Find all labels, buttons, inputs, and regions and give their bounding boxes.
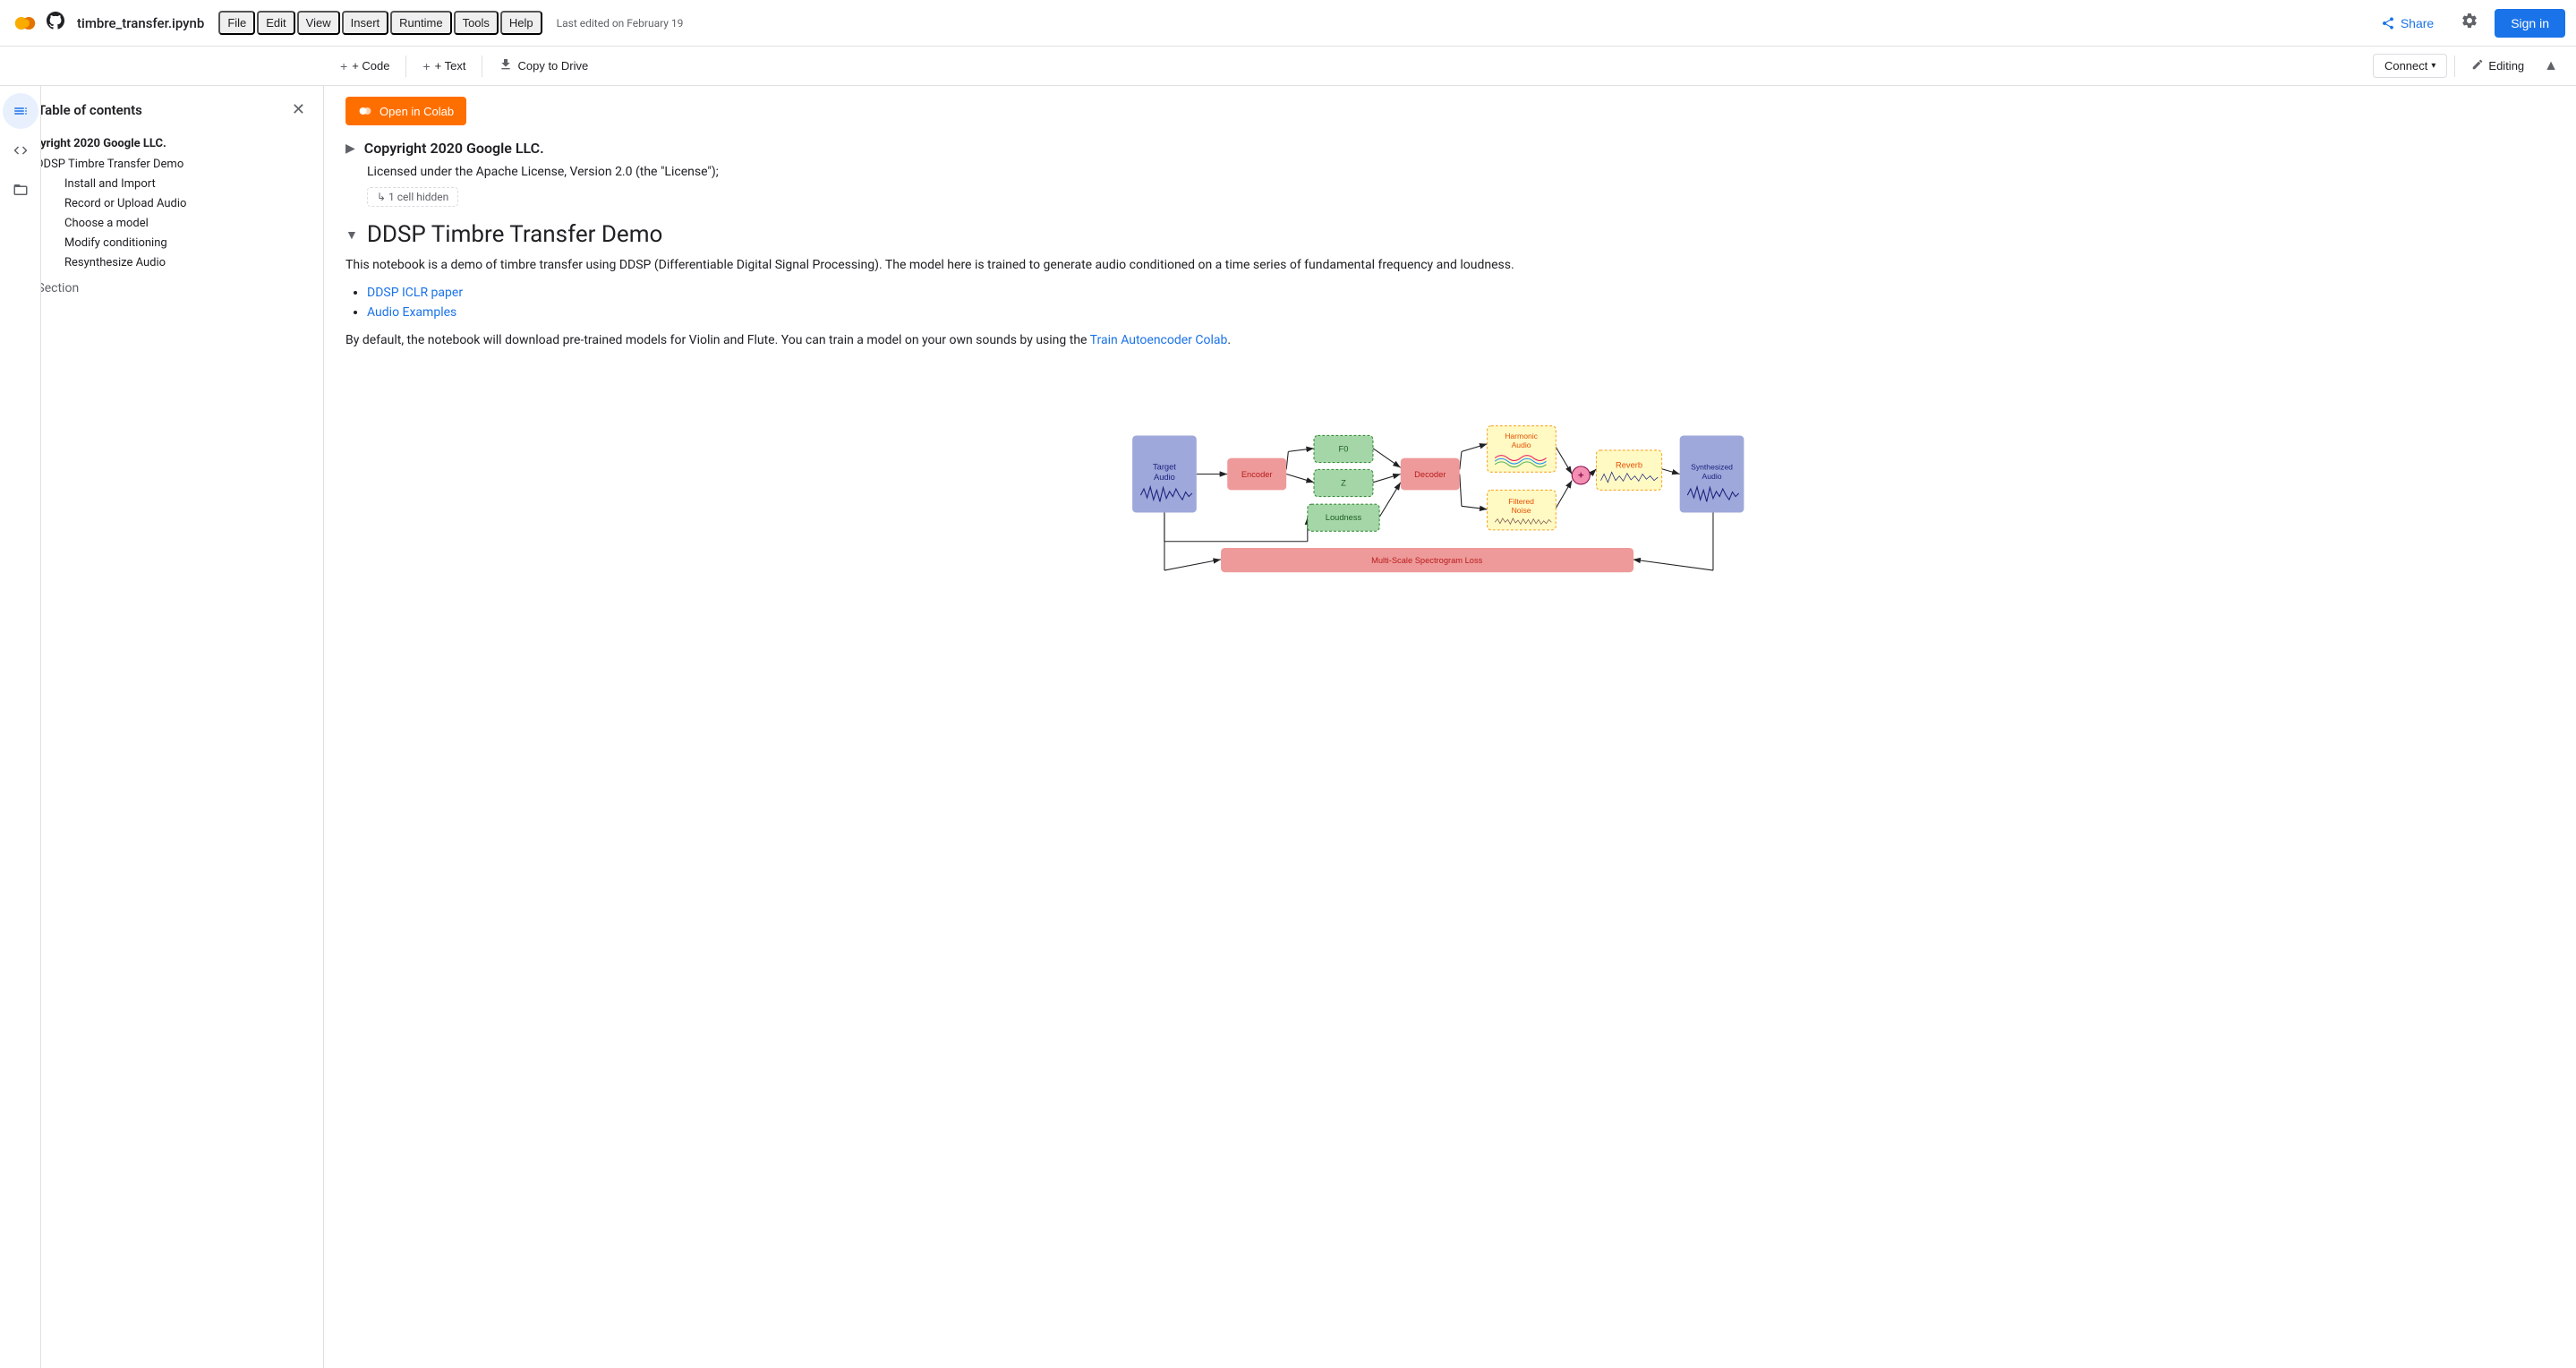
svg-text:Decoder: Decoder xyxy=(1414,470,1446,479)
menu-file[interactable]: File xyxy=(218,11,255,35)
editing-button[interactable]: Editing xyxy=(2462,54,2533,78)
toc-label-choose-model: Choose a model xyxy=(64,217,149,230)
architecture-diagram: Target Audio Encoder F0 Z Loudness xyxy=(345,368,2555,619)
toc-label-record: Record or Upload Audio xyxy=(64,197,186,210)
toc-item-demo[interactable]: DDSP Timbre Transfer Demo xyxy=(14,154,316,174)
audio-examples-link[interactable]: Audio Examples xyxy=(367,305,456,320)
colab-btn-icon xyxy=(358,104,372,118)
colab-banner: Open in Colab xyxy=(324,86,2576,136)
toolbar: + + Code + + Text Copy to Drive Connect … xyxy=(0,47,2576,86)
content-area: Open in Colab ▶ Copyright 2020 Google LL… xyxy=(324,86,2576,1368)
menu-edit[interactable]: Edit xyxy=(257,11,294,35)
github-icon xyxy=(47,12,64,34)
gear-icon xyxy=(2461,12,2478,30)
diagram-svg: Target Audio Encoder F0 Z Loudness xyxy=(1110,368,1790,619)
share-button[interactable]: Share xyxy=(2370,11,2444,36)
folder-sidebar-icon[interactable] xyxy=(3,172,38,208)
pencil-icon xyxy=(2471,58,2484,73)
ddsp-paper-link[interactable]: DDSP ICLR paper xyxy=(367,286,463,300)
menu-bar: File Edit View Insert Runtime Tools Help xyxy=(218,11,542,35)
settings-button[interactable] xyxy=(2455,6,2484,39)
svg-text:Harmonic: Harmonic xyxy=(1505,432,1538,440)
svg-text:Audio: Audio xyxy=(1154,473,1175,482)
add-code-button[interactable]: + + Code xyxy=(331,55,398,78)
toolbar-separator-1 xyxy=(405,56,406,77)
last-edited: Last edited on February 19 xyxy=(557,17,684,30)
svg-text:Z: Z xyxy=(1341,478,1346,487)
demo-heading: DDSP Timbre Transfer Demo xyxy=(367,221,662,248)
svg-text:F0: F0 xyxy=(1339,444,1349,453)
train-autoencoder-link[interactable]: Train Autoencoder Colab xyxy=(1090,333,1228,347)
toc-label-copyright: Copyright 2020 Google LLC. xyxy=(20,137,166,150)
toc-label-modify: Modify conditioning xyxy=(64,236,167,250)
close-sidebar-button[interactable]: ✕ xyxy=(288,97,309,123)
menu-help[interactable]: Help xyxy=(500,11,542,35)
menu-insert[interactable]: Insert xyxy=(342,11,389,35)
main-layout: Table of contents ✕ Copyright 2020 Googl… xyxy=(0,86,2576,1368)
svg-text:Filtered: Filtered xyxy=(1508,497,1534,506)
signin-button[interactable]: Sign in xyxy=(2495,9,2565,38)
demo-paragraph-1: This notebook is a demo of timbre transf… xyxy=(345,255,2555,275)
open-in-colab-button[interactable]: Open in Colab xyxy=(345,97,466,125)
menu-view[interactable]: View xyxy=(297,11,340,35)
svg-text:Multi-Scale Spectrogram Loss: Multi-Scale Spectrogram Loss xyxy=(1371,556,1483,565)
connect-button[interactable]: Connect ▾ xyxy=(2373,54,2447,78)
menu-runtime[interactable]: Runtime xyxy=(390,11,451,35)
menu-tools[interactable]: Tools xyxy=(454,11,499,35)
svg-text:+: + xyxy=(1578,470,1584,481)
sidebar-title: Table of contents xyxy=(38,102,281,118)
collapse-toolbar-button[interactable]: ▲ xyxy=(2540,55,2562,78)
plus-code-icon: + xyxy=(340,59,347,73)
svg-text:Loudness: Loudness xyxy=(1326,513,1362,522)
add-section-button[interactable]: ⊞ Section xyxy=(14,276,316,300)
toc-item-record[interactable]: Record or Upload Audio xyxy=(14,193,316,213)
svg-text:Reverb: Reverb xyxy=(1616,460,1642,469)
add-section-label: Section xyxy=(37,281,79,295)
topbar: timbre_transfer.ipynb File Edit View Ins… xyxy=(0,0,2576,47)
share-icon xyxy=(2381,16,2395,30)
drive-icon xyxy=(499,57,513,74)
colab-logo xyxy=(11,9,39,38)
svg-text:Encoder: Encoder xyxy=(1241,470,1273,479)
copy-to-drive-button[interactable]: Copy to Drive xyxy=(490,53,597,79)
sidebar-header: Table of contents ✕ xyxy=(0,86,323,133)
code-sidebar-icon[interactable] xyxy=(3,133,38,168)
svg-text:Audio: Audio xyxy=(1512,440,1531,449)
collapse-demo-arrow[interactable]: ▼ xyxy=(345,227,358,243)
toc-item-copyright[interactable]: Copyright 2020 Google LLC. xyxy=(14,133,316,154)
expand-copyright-arrow[interactable]: ▶ xyxy=(345,141,355,156)
copyright-heading: Copyright 2020 Google LLC. xyxy=(364,140,544,157)
notebook-title[interactable]: timbre_transfer.ipynb xyxy=(77,15,204,31)
toc-label-install: Install and Import xyxy=(64,177,156,191)
reverb-node xyxy=(1596,450,1661,490)
svg-text:Target: Target xyxy=(1153,462,1176,471)
plus-text-icon: + xyxy=(422,59,430,73)
sidebar: Table of contents ✕ Copyright 2020 Googl… xyxy=(0,86,324,1368)
license-text: Licensed under the Apache License, Versi… xyxy=(367,162,2555,182)
demo-section: ▼ DDSP Timbre Transfer Demo This noteboo… xyxy=(324,218,2576,640)
svg-text:Synthesized: Synthesized xyxy=(1691,462,1733,471)
add-text-button[interactable]: + + Text xyxy=(414,55,474,78)
svg-text:Audio: Audio xyxy=(1702,472,1722,481)
chevron-down-icon: ▾ xyxy=(2431,61,2435,71)
demo-paragraph-2: By default, the notebook will download p… xyxy=(345,330,2555,350)
toc-item-install[interactable]: Install and Import xyxy=(14,174,316,193)
toc-item-modify[interactable]: Modify conditioning xyxy=(14,233,316,252)
copyright-cell: ▶ Copyright 2020 Google LLC. Licensed un… xyxy=(324,136,2576,210)
svg-text:Noise: Noise xyxy=(1512,506,1531,515)
toc-content: Copyright 2020 Google LLC. DDSP Timbre T… xyxy=(0,133,323,1368)
toc-sidebar-icon[interactable] xyxy=(3,93,38,129)
cell-hidden-label[interactable]: ↳ 1 cell hidden xyxy=(367,187,458,207)
toolbar-separator-3 xyxy=(2454,56,2455,77)
toc-item-choose-model[interactable]: Choose a model xyxy=(14,213,316,233)
toc-label-resynthesize: Resynthesize Audio xyxy=(64,256,166,269)
toc-item-resynthesize[interactable]: Resynthesize Audio xyxy=(14,252,316,272)
toc-label-demo: DDSP Timbre Transfer Demo xyxy=(36,158,183,171)
